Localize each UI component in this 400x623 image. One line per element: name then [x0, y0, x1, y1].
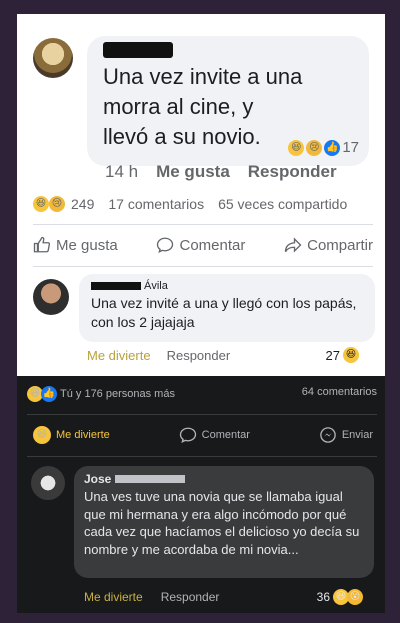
like-reaction-icon: 👍: [324, 139, 341, 156]
divider: [33, 266, 373, 267]
comment-author[interactable]: Jose: [84, 472, 186, 486]
reaction-total[interactable]: 249: [71, 196, 94, 212]
redacted-author-name: [103, 42, 173, 58]
redacted-name: [91, 282, 141, 290]
post-text: Una vez invite a una morra al cine, y ll…: [103, 64, 303, 149]
post-stats: 😆 😢 249 17 comentarios 65 veces comparti…: [33, 196, 373, 212]
share-button-label: Compartir: [307, 236, 373, 254]
comment-author-lastname: Ávila: [144, 280, 168, 292]
share-total[interactable]: 65 veces compartido: [218, 196, 347, 212]
me-divierte-link[interactable]: Me divierte: [87, 348, 151, 363]
haha-reaction-icon: 😆: [33, 196, 49, 212]
light-mode-post: Una vez invite a una morra al cine, y ll…: [17, 14, 385, 376]
comment-bubble: Jose Una ves tuve una novia que se llama…: [74, 466, 374, 578]
post-reply-link[interactable]: Responder: [248, 162, 337, 182]
post-meta-actions: 14 h Me gusta Responder: [105, 162, 337, 182]
comment-text: Una vez invité a una y llegó con los pap…: [91, 295, 357, 330]
comment-button[interactable]: Comentar: [179, 426, 250, 444]
comments-count[interactable]: 64 comentarios: [302, 386, 377, 402]
sad-reaction-icon: 😢: [306, 139, 323, 156]
dark-action-bar: 😆 Me divierte Comentar Enviar: [33, 426, 373, 444]
wow-reaction-icon: 😮: [347, 589, 363, 605]
comment-button-label: Comentar: [179, 236, 246, 254]
comment-total[interactable]: 17 comentarios: [108, 196, 204, 212]
comment-actions: Me divierte Responder: [84, 590, 219, 604]
haha-reaction-icon: 😆: [33, 426, 51, 444]
reply-link[interactable]: Responder: [161, 590, 220, 604]
divider: [33, 224, 373, 225]
divider: [27, 414, 377, 415]
share-button[interactable]: Compartir: [284, 236, 373, 254]
comment-reaction-number: 36: [316, 590, 330, 604]
dark-mode-post: 😆 👍 Tú y 176 personas más 64 comentarios…: [17, 376, 385, 613]
comment-bubble: Ávila Una vez invité a una y llegó con l…: [79, 274, 375, 342]
me-divierte-link[interactable]: Me divierte: [84, 590, 143, 604]
comment-author-firstname: Jose: [84, 472, 112, 486]
comment-button[interactable]: Comentar: [156, 236, 245, 254]
like-reaction-icon: 👍: [41, 386, 57, 402]
post-time: 14 h: [105, 162, 139, 181]
share-arrow-icon: [284, 237, 302, 253]
post-like-link[interactable]: Me gusta: [156, 162, 230, 182]
comment-icon: [179, 427, 196, 443]
post-reaction-summary[interactable]: 😆 😢 👍 17: [288, 139, 359, 156]
send-button-label: Enviar: [341, 429, 373, 441]
reaction-summary[interactable]: 😆 👍 Tú y 176 personas más: [27, 386, 175, 402]
comment-author[interactable]: Ávila: [91, 280, 168, 292]
commenter-avatar[interactable]: [31, 466, 65, 500]
send-button[interactable]: Enviar: [319, 426, 373, 444]
redacted-name: [115, 475, 186, 483]
haha-reaction-icon: 😆: [343, 347, 359, 363]
comment-button-label: Comentar: [201, 429, 250, 441]
messenger-icon: [320, 427, 336, 443]
reaction-summary-text: Tú y 176 personas más: [60, 388, 175, 400]
thumbs-up-icon: [33, 236, 51, 253]
screenshot-frame: Una vez invite a una morra al cine, y ll…: [0, 0, 400, 623]
haha-reaction-icon: 😆: [288, 139, 305, 156]
post-author-avatar[interactable]: [33, 38, 73, 78]
comment-text: Una ves tuve una novia que se llamaba ig…: [84, 489, 360, 557]
like-button-label: Me gusta: [56, 236, 118, 254]
sad-reaction-icon: 😢: [49, 196, 65, 212]
post-bubble: Una vez invite a una morra al cine, y ll…: [87, 36, 369, 166]
me-divierte-label: Me divierte: [56, 429, 110, 441]
like-button[interactable]: Me gusta: [33, 236, 118, 254]
reply-link[interactable]: Responder: [167, 348, 231, 363]
comment-icon: [157, 237, 174, 253]
me-divierte-button[interactable]: 😆 Me divierte: [33, 426, 110, 444]
dark-post-stats: 😆 👍 Tú y 176 personas más 64 comentarios: [27, 386, 377, 402]
comment-reaction-number: 27: [325, 347, 340, 363]
comment-reaction-count[interactable]: 27 😆: [326, 347, 359, 363]
post-reaction-count: 17: [342, 139, 359, 156]
comment-reaction-count[interactable]: 36 😆 😮: [317, 589, 363, 605]
post-action-bar: Me gusta Comentar Compartir: [33, 236, 373, 254]
divider: [27, 456, 377, 457]
commenter-avatar[interactable]: [33, 279, 69, 315]
